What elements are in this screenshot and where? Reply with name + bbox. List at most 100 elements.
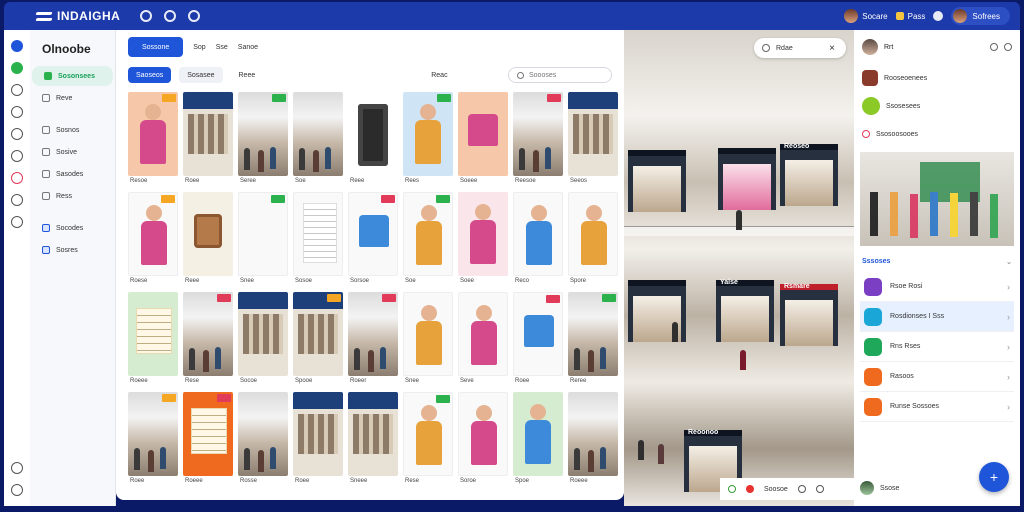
product-thumbnail[interactable] [238, 292, 288, 376]
product-thumbnail[interactable] [513, 192, 563, 276]
product-card[interactable]: Sosoe [293, 192, 343, 288]
refresh-icon[interactable] [728, 485, 736, 493]
product-card[interactable]: Soeee [458, 92, 508, 188]
product-card[interactable]: Roee [128, 392, 178, 488]
product-card[interactable]: Roee [513, 292, 563, 388]
product-card[interactable]: Spoe [513, 392, 563, 488]
product-thumbnail[interactable] [458, 392, 508, 476]
product-card[interactable]: Reesoe [513, 92, 563, 188]
product-card[interactable]: Snee [403, 292, 453, 388]
mall-preview-image[interactable] [860, 152, 1014, 246]
sidebar-item-sosonsees[interactable]: Sosonsees [32, 66, 113, 86]
product-thumbnail[interactable] [128, 92, 178, 176]
sidebar-item-sosres[interactable]: Sosres [30, 240, 115, 260]
avatar[interactable] [862, 39, 878, 55]
settings-icon[interactable] [188, 10, 201, 22]
toolbar-link-sanoe[interactable]: Sanoe [238, 44, 258, 51]
product-card[interactable]: Reco [513, 192, 563, 288]
product-thumbnail[interactable] [128, 192, 178, 276]
product-thumbnail[interactable] [293, 192, 343, 276]
help-icon[interactable] [11, 462, 23, 474]
toolbar-link-sse[interactable]: Sse [216, 44, 228, 51]
app-row[interactable]: Runse Sossoes › [860, 392, 1014, 422]
product-card[interactable]: Rosse [238, 392, 288, 488]
sidebar-item-socodes[interactable]: Socodes [30, 218, 115, 238]
record-icon[interactable] [746, 485, 754, 493]
store-icon[interactable] [11, 62, 23, 74]
product-thumbnail[interactable] [293, 392, 343, 476]
right-row[interactable]: Ssosoosooes [854, 120, 1020, 148]
product-card[interactable]: Soroe [458, 392, 508, 488]
product-thumbnail[interactable] [403, 392, 453, 476]
product-card[interactable]: Roee [293, 392, 343, 488]
app-row[interactable]: Rns Rses › [860, 332, 1014, 362]
product-thumbnail[interactable] [348, 192, 398, 276]
product-card[interactable]: Reree [568, 292, 618, 388]
product-card[interactable]: Reee [183, 192, 233, 288]
sidebar-item-reve[interactable]: Reve [30, 88, 115, 108]
shield-icon[interactable] [933, 11, 944, 21]
topbar-item-socare[interactable]: Socare [844, 9, 888, 23]
product-card[interactable]: Soee [458, 192, 508, 288]
chevron-down-icon[interactable]: ⌄ [1006, 258, 1012, 266]
product-card[interactable]: Soe [293, 92, 343, 188]
folder-icon[interactable] [11, 150, 23, 162]
product-card[interactable]: Spooe [293, 292, 343, 388]
topbar-item-pass[interactable]: Pass [895, 12, 925, 21]
home-icon[interactable] [11, 40, 23, 52]
primary-button[interactable]: Sossone [128, 37, 184, 57]
product-thumbnail[interactable] [458, 192, 508, 276]
camera-icon[interactable] [11, 172, 23, 184]
product-card[interactable]: Sneee [348, 392, 398, 488]
product-card[interactable]: Spore [568, 192, 618, 288]
power-icon[interactable] [11, 484, 23, 496]
search-icon[interactable] [815, 485, 824, 493]
product-thumbnail[interactable] [403, 292, 453, 376]
chat-icon[interactable] [164, 10, 177, 22]
product-thumbnail[interactable] [128, 292, 178, 376]
right-footer[interactable]: Ssose [860, 478, 970, 498]
bell-icon[interactable] [990, 43, 998, 51]
toolbar-link-sop[interactable]: Sop [193, 44, 205, 51]
product-card[interactable]: Rese [183, 292, 233, 388]
product-thumbnail[interactable] [238, 92, 288, 176]
product-card[interactable]: Socoe [238, 292, 288, 388]
product-thumbnail[interactable] [458, 92, 508, 176]
product-thumbnail[interactable] [458, 292, 508, 376]
sidebar-item-ress[interactable]: Ress [30, 186, 115, 206]
search-input[interactable]: Soooses [508, 67, 612, 83]
product-card[interactable]: Roeee [183, 392, 233, 488]
sidebar-item-sosnos[interactable]: Sosnos [30, 120, 115, 140]
product-thumbnail[interactable] [293, 92, 343, 176]
share-icon[interactable] [762, 44, 770, 52]
product-card[interactable]: Reee [348, 92, 398, 188]
product-thumbnail[interactable] [568, 192, 618, 276]
app-row[interactable]: Rosdionses I Sss › [860, 302, 1014, 332]
product-thumbnail[interactable] [128, 392, 178, 476]
product-card[interactable]: Snee [238, 192, 288, 288]
product-card[interactable]: Roeee [568, 392, 618, 488]
product-thumbnail[interactable] [183, 92, 233, 176]
app-row[interactable]: Rsoe Rosi › [860, 272, 1014, 302]
product-card[interactable]: Seve [458, 292, 508, 388]
product-card[interactable]: Sorsoe [348, 192, 398, 288]
product-thumbnail[interactable] [513, 392, 563, 476]
more-icon[interactable] [1004, 43, 1012, 51]
product-card[interactable]: Soe [403, 192, 453, 288]
product-thumbnail[interactable] [403, 92, 453, 176]
product-card[interactable]: Rees [403, 92, 453, 188]
product-thumbnail[interactable] [568, 392, 618, 476]
filter-chip[interactable]: Saoseos [128, 67, 172, 83]
app-row[interactable]: Rasoos › [860, 362, 1014, 392]
clock-icon[interactable] [11, 216, 23, 228]
product-card[interactable]: Roeer [348, 292, 398, 388]
product-thumbnail[interactable] [183, 292, 233, 376]
product-card[interactable]: Roese [128, 192, 178, 288]
filter-chip[interactable]: Reee [231, 67, 264, 83]
product-card[interactable]: Roeee [128, 292, 178, 388]
list-icon[interactable] [11, 128, 23, 140]
product-thumbnail[interactable] [238, 192, 288, 276]
close-icon[interactable]: × [822, 38, 842, 58]
product-thumbnail[interactable] [183, 392, 233, 476]
app-logo[interactable]: INDAIGHA [36, 9, 120, 23]
